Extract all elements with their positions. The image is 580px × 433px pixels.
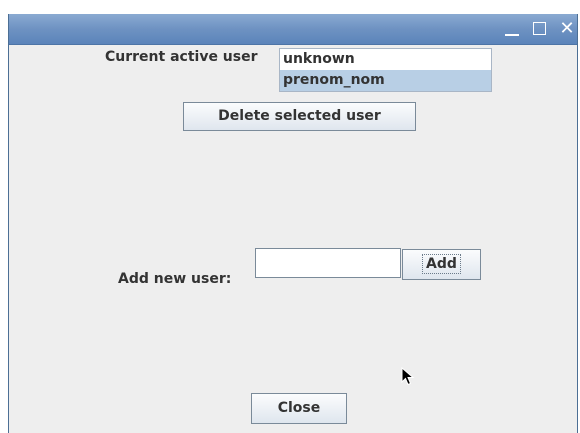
user-list-item[interactable]: unknown <box>280 49 491 70</box>
maximize-icon <box>533 22 546 35</box>
add-button-label: Add <box>422 254 461 274</box>
delete-user-button[interactable]: Delete selected user <box>183 102 416 131</box>
title-bar[interactable]: ✕ <box>9 14 577 45</box>
minimize-button[interactable] <box>502 20 522 38</box>
close-button[interactable]: Close <box>251 393 347 424</box>
minimize-icon <box>505 34 519 36</box>
maximize-button[interactable] <box>530 20 550 38</box>
mouse-pointer-icon <box>401 367 415 386</box>
new-user-input[interactable] <box>255 248 401 278</box>
current-user-label: Current active user <box>105 49 258 65</box>
add-user-button[interactable]: Add <box>402 249 481 280</box>
user-manager-window: ✕ Current active user unknown prenom_nom… <box>8 14 578 433</box>
user-list[interactable]: unknown prenom_nom <box>279 48 492 92</box>
user-list-item-selected[interactable]: prenom_nom <box>280 70 491 91</box>
add-user-label: Add new user: <box>118 271 232 287</box>
close-icon: ✕ <box>559 18 575 39</box>
window-close-button[interactable]: ✕ <box>556 20 578 38</box>
